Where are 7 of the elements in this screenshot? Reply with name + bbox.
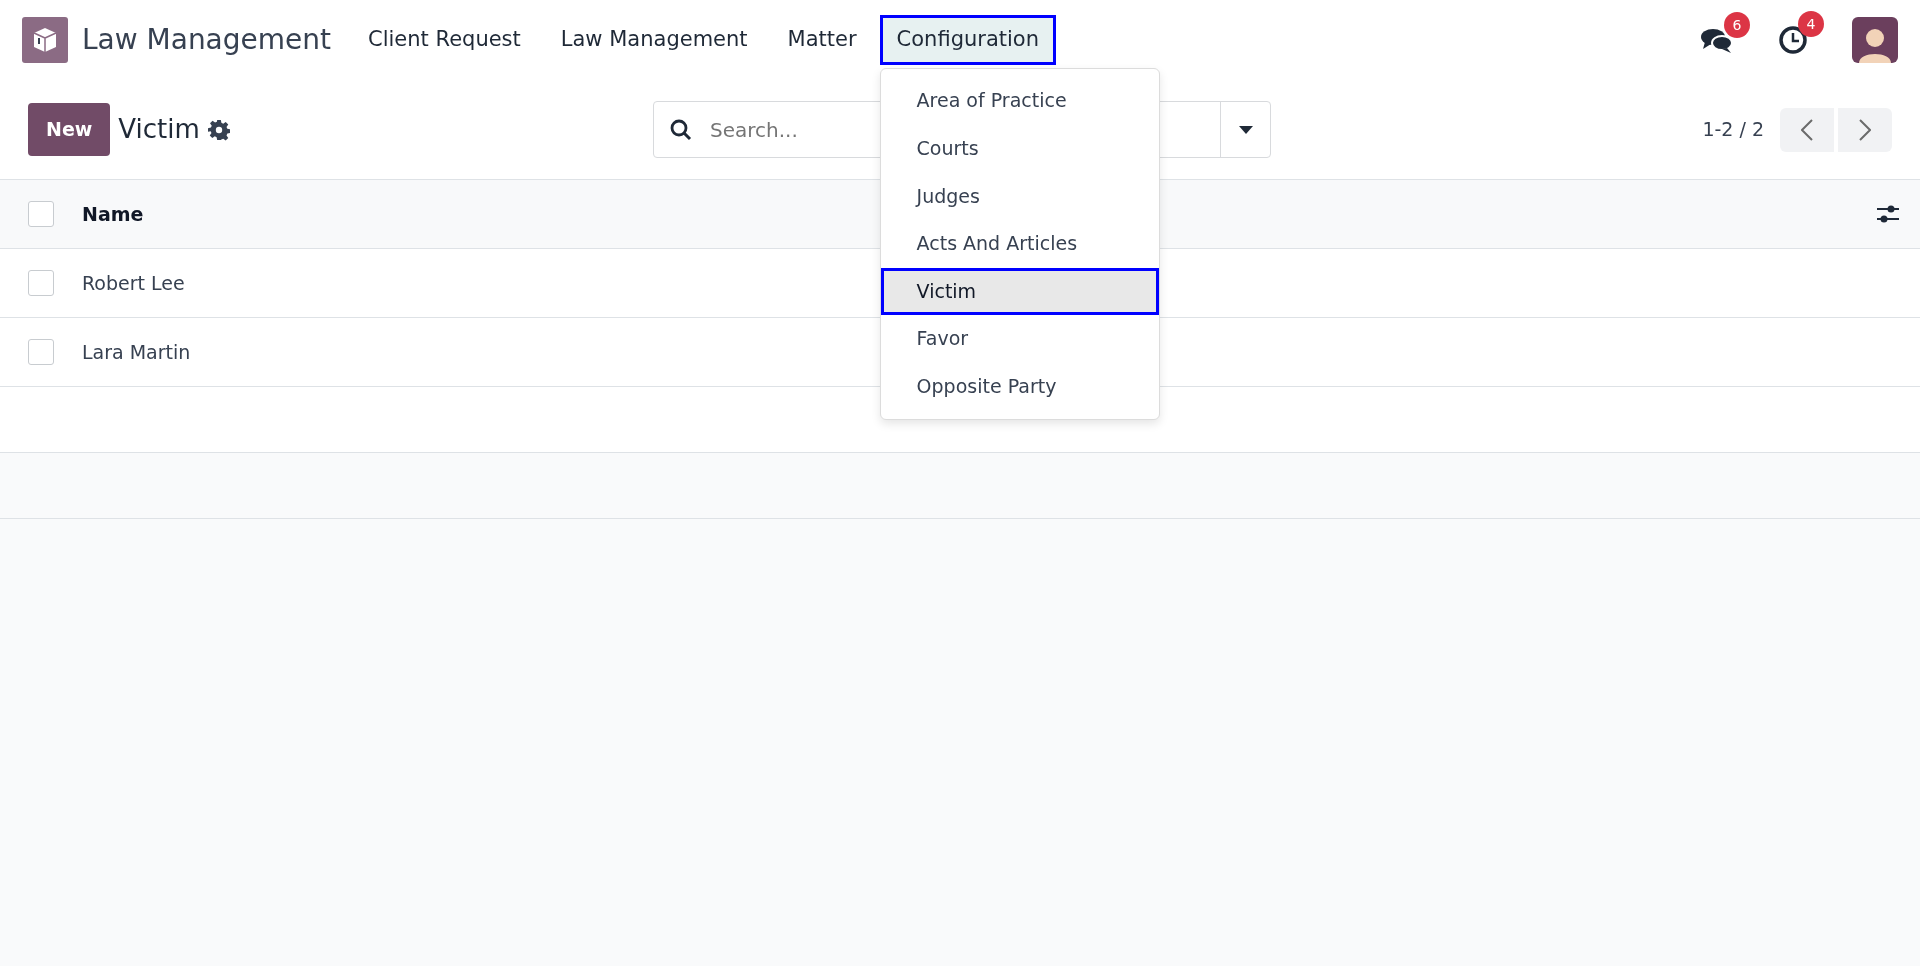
table-cell-text: Lara Martin xyxy=(82,339,191,365)
message-count-badge: 6 xyxy=(1724,12,1750,38)
table-cell-text: Robert Lee xyxy=(82,270,185,296)
activity-count-badge: 4 xyxy=(1798,11,1824,37)
pager-text: 1-2 / 2 xyxy=(1702,117,1764,143)
view-title: Victim xyxy=(118,113,200,146)
app-name: Law Management xyxy=(82,22,331,58)
